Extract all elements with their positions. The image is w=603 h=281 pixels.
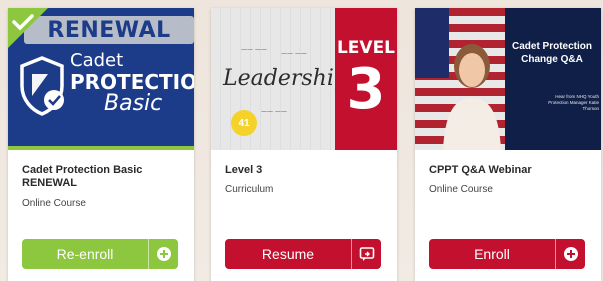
course-thumbnail[interactable]: —— —— —— —— —— —— Leadership LEVEL 3 41 bbox=[211, 8, 397, 150]
brand-line-basic: Basic bbox=[104, 91, 163, 116]
count-badge: 41 bbox=[231, 110, 257, 136]
course-card-cadet-protection-renewal[interactable]: RENEWAL Cadet PROTECTION Basic Cadet Pro… bbox=[8, 8, 194, 281]
webinar-heading-line2: Change Q&A bbox=[521, 54, 583, 65]
sketch-doodle: —— —— bbox=[241, 46, 267, 53]
webinar-sub-line3: Thorson bbox=[582, 106, 599, 111]
enroll-button[interactable]: Enroll bbox=[429, 239, 585, 269]
course-card-cppt-webinar[interactable]: Cadet Protection Change Q&A Hear from NH… bbox=[415, 8, 601, 281]
card-title-line2: RENEWAL bbox=[22, 177, 77, 189]
webinar-subtext: Hear from NHQ Youth Protection Manager K… bbox=[513, 94, 599, 112]
shield-icon bbox=[20, 56, 64, 116]
card-title-line1: Level 3 bbox=[225, 164, 263, 176]
webinar-heading-line1: Cadet Protection bbox=[511, 41, 592, 52]
brand-wordmark: Cadet PROTECTION Basic bbox=[70, 52, 194, 115]
progress-bar bbox=[8, 146, 194, 150]
button-label: Enroll bbox=[474, 246, 510, 262]
brand-line-protection: PROTECTION bbox=[70, 70, 194, 94]
sketch-doodle: —— —— bbox=[261, 108, 287, 115]
card-title-line1: Cadet Protection Basic bbox=[22, 164, 143, 176]
button-label: Resume bbox=[261, 246, 315, 262]
resume-icon bbox=[351, 239, 381, 269]
webinar-heading: Cadet Protection Change Q&A bbox=[507, 40, 597, 66]
course-card-level-3[interactable]: —— —— —— —— —— —— Leadership LEVEL 3 41 … bbox=[211, 8, 397, 281]
resume-button[interactable]: Resume bbox=[225, 239, 381, 269]
re-enroll-button[interactable]: Re-enroll bbox=[22, 239, 178, 269]
completed-check-icon bbox=[8, 8, 48, 48]
brand-line-cadet: Cadet bbox=[70, 50, 124, 71]
button-label: Re-enroll bbox=[56, 246, 114, 262]
card-type: Online Course bbox=[429, 184, 493, 195]
card-type: Curriculum bbox=[225, 184, 274, 195]
sketch-doodle: —— —— bbox=[281, 50, 307, 57]
card-title-line1: CPPT Q&A Webinar bbox=[429, 164, 532, 176]
leadership-word: Leadership bbox=[223, 66, 348, 91]
sketch-background: —— —— —— —— —— —— Leadership bbox=[211, 8, 348, 150]
card-title[interactable]: Cadet Protection Basic RENEWAL bbox=[22, 164, 182, 190]
presenter-photo bbox=[443, 44, 501, 150]
webinar-sub-line1: Hear from NHQ Youth bbox=[555, 94, 599, 99]
card-title[interactable]: CPPT Q&A Webinar bbox=[429, 164, 589, 177]
course-thumbnail[interactable]: RENEWAL Cadet PROTECTION Basic bbox=[8, 8, 194, 150]
card-title[interactable]: Level 3 bbox=[225, 164, 385, 177]
plus-circle-icon bbox=[148, 239, 178, 269]
level-word: LEVEL bbox=[336, 38, 396, 58]
webinar-sub-line2: Protection Manager Katie bbox=[548, 100, 599, 105]
level-number: 3 bbox=[346, 57, 386, 122]
card-type: Online Course bbox=[22, 198, 86, 209]
level-panel: LEVEL 3 bbox=[335, 8, 397, 150]
plus-circle-icon bbox=[555, 239, 585, 269]
course-thumbnail[interactable]: Cadet Protection Change Q&A Hear from NH… bbox=[415, 8, 601, 150]
